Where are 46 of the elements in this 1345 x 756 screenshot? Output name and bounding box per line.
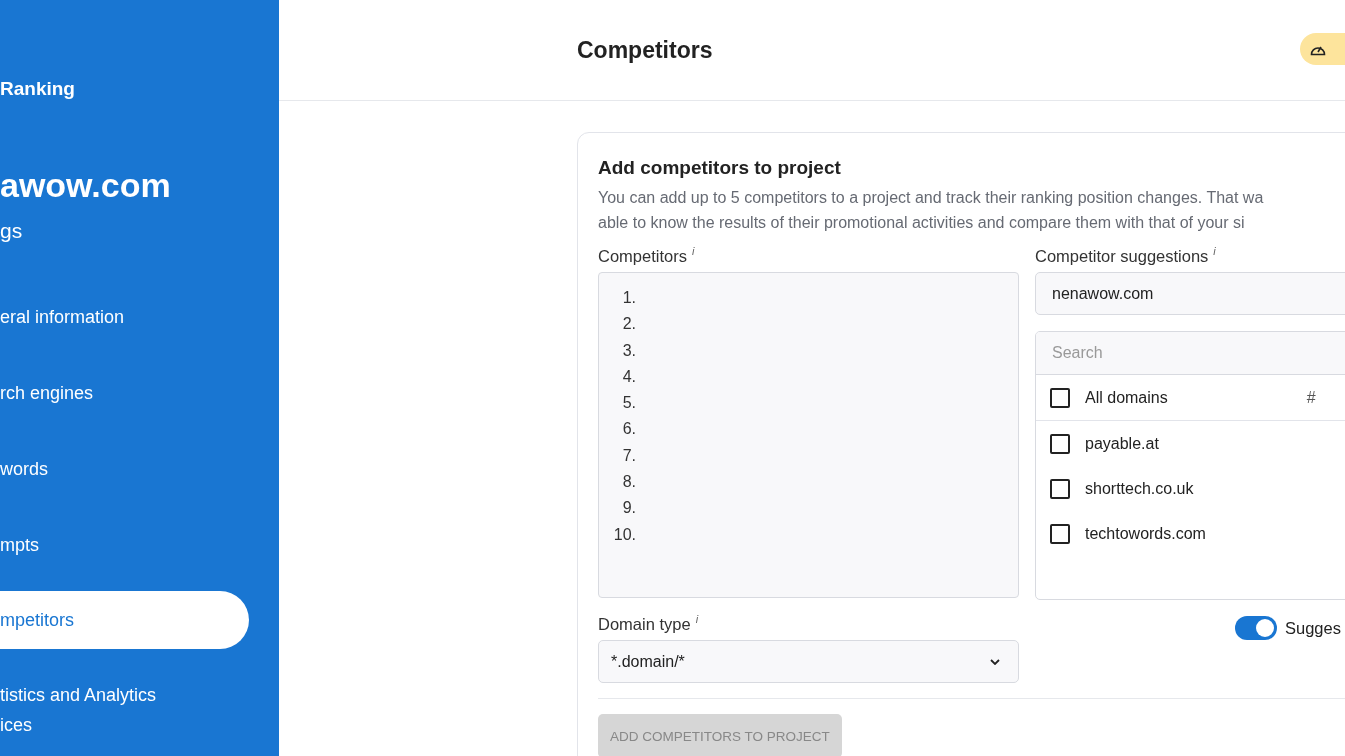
line-number: 10. [612, 524, 636, 545]
field-label: Domain type [598, 614, 691, 634]
checkbox[interactable] [1050, 433, 1070, 454]
line-number: 6. [621, 419, 636, 440]
description-text: able to know the results of their promotional activities and compare them with that of your si [598, 213, 1246, 233]
page-title: Competitors [577, 36, 713, 64]
line-number: 9. [621, 498, 636, 519]
nav-item[interactable]: mpts [0, 511, 249, 579]
app-title: Ranking [0, 78, 76, 100]
line-number: 1. [621, 288, 636, 308]
line-number: 2. [621, 314, 636, 335]
competitors-textarea[interactable]: 1. 2. 3. 4. 5. 6. 7. 8. 9. 10. [598, 272, 1019, 598]
row-label: All domains [1085, 388, 1168, 407]
domain-input[interactable]: nenawow.com [1035, 272, 1345, 315]
domain-label: shorttech.co.uk [1085, 479, 1194, 498]
nav-item[interactable]: words [0, 435, 249, 503]
line-number: 8. [621, 472, 636, 493]
project-name: awow.com [0, 166, 172, 205]
nav-item[interactable]: mpetitors [0, 591, 249, 649]
domain-type-select[interactable]: *.domain/* [598, 640, 1019, 683]
info-icon[interactable]: i [691, 245, 695, 257]
line-number: 4. [621, 366, 636, 387]
search-field[interactable]: Search [1036, 332, 1345, 375]
domain-label: payable.at [1085, 434, 1159, 453]
checkbox[interactable] [1050, 387, 1070, 408]
field-label: Competitors [598, 246, 687, 266]
section-title: gs [0, 219, 24, 243]
toggle-switch[interactable] [1235, 616, 1277, 640]
nav-item[interactable]: rch engines [0, 359, 249, 427]
line-number: 5. [621, 393, 636, 414]
description-text: You can add up to 5 competitors to a project and track their ranking position changes. That wa [598, 188, 1265, 208]
card-title: Add competitors to project [598, 157, 842, 179]
nav-item[interactable]: eral information [0, 283, 249, 351]
chevron-down-icon [990, 658, 1000, 665]
domain-label: techtowords.com [1085, 524, 1206, 543]
checkbox[interactable] [1050, 478, 1070, 499]
info-icon[interactable]: i [695, 613, 699, 625]
line-number: 3. [621, 340, 636, 361]
toggle-label: Sugges [1285, 618, 1341, 638]
column-header: # [1306, 388, 1316, 407]
field-label: Competitor suggestions [1035, 246, 1209, 266]
line-number: 7. [621, 445, 636, 466]
info-icon[interactable]: i [1213, 245, 1216, 257]
nav-item[interactable]: tistics and Analytics ices [0, 661, 249, 756]
checkbox[interactable] [1050, 523, 1070, 544]
status-badge[interactable] [1300, 33, 1345, 65]
